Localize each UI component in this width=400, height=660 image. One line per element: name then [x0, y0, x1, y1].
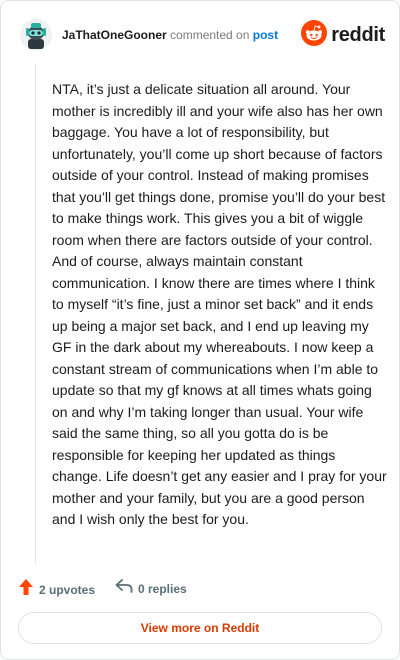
robot-avatar-icon[interactable] [20, 19, 52, 51]
reddit-logo[interactable]: reddit [301, 19, 385, 51]
reply-button[interactable]: 0 replies [115, 578, 187, 599]
upvote-count: 2 upvotes [39, 582, 96, 597]
thread-line [35, 64, 36, 564]
username-link[interactable]: JaThatOneGooner [62, 28, 167, 42]
reply-count: 0 replies [138, 581, 187, 596]
comment-embed-card: JaThatOneGooner commented on post reddit [0, 0, 400, 660]
byline: JaThatOneGooner commented on post [62, 27, 278, 43]
reddit-wordmark: reddit [331, 23, 385, 46]
reply-arrow-icon [115, 578, 133, 599]
reddit-snoo-icon [301, 19, 328, 51]
comment-body: NTA, it’s just a delicate situation all … [52, 81, 387, 527]
view-more-button[interactable]: View more on Reddit [18, 612, 382, 644]
upvote-arrow-icon [18, 578, 34, 601]
commented-on-text: commented on [170, 28, 250, 42]
comment-header: JaThatOneGooner commented on post reddit [20, 19, 385, 51]
post-link[interactable]: post [253, 28, 278, 42]
upvote-button[interactable]: 2 upvotes [18, 578, 95, 601]
